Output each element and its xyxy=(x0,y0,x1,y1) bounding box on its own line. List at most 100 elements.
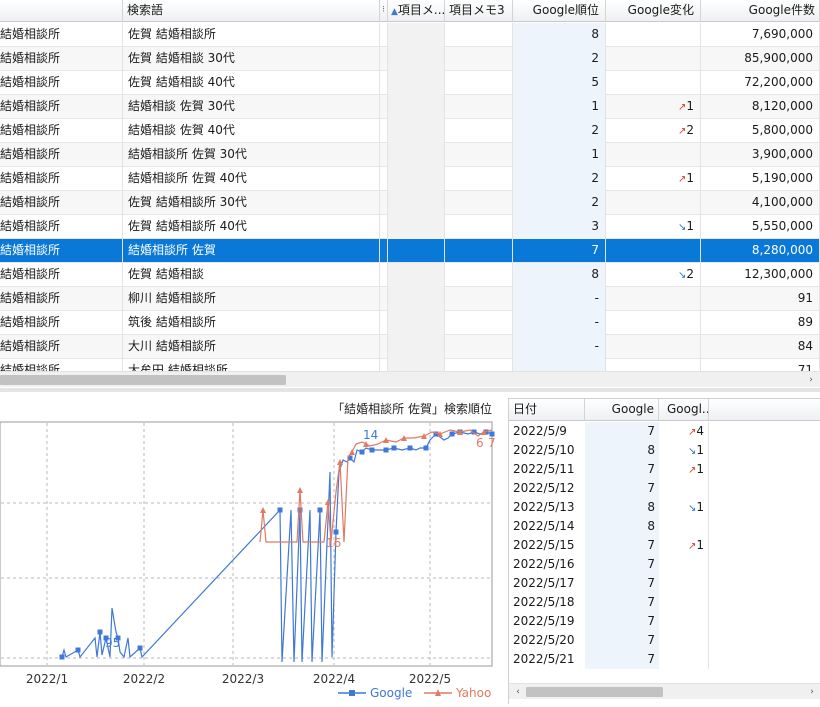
cell-memo2[interactable] xyxy=(388,335,445,359)
cell-google[interactable]: 8 xyxy=(585,498,659,517)
cell-keyword[interactable]: 柳川 結婚相談所 xyxy=(123,287,380,311)
cell-date[interactable]: 2022/5/10 xyxy=(513,441,585,460)
cell-google[interactable]: 7 xyxy=(585,536,659,555)
cell-group[interactable]: 結婚相談所 xyxy=(0,335,123,359)
cell-memo2[interactable] xyxy=(388,215,445,239)
table-row[interactable]: 結婚相談所 佐賀 結婚相談所 40代 3 ↘1 5,550,000 xyxy=(0,215,820,239)
cell-google-change[interactable] xyxy=(606,23,701,47)
cell-date[interactable]: 2022/5/13 xyxy=(513,498,585,517)
scroll-right-arrow-icon[interactable]: › xyxy=(805,684,819,700)
scrollbar-thumb[interactable] xyxy=(0,375,286,385)
cell-memo3[interactable] xyxy=(445,167,513,191)
cell-google-change[interactable] xyxy=(659,574,709,593)
cell-google-count[interactable]: 3,900,000 xyxy=(701,143,820,167)
table-row[interactable]: 結婚相談所 佐賀 結婚相談 30代 2 85,900,000 xyxy=(0,47,820,71)
column-header-memo2[interactable]: ▲項目メ... xyxy=(388,0,445,22)
cell-group[interactable]: 結婚相談所 xyxy=(0,263,123,287)
cell-gap[interactable] xyxy=(380,119,388,143)
cell-group[interactable]: 結婚相談所 xyxy=(0,23,123,47)
cell-google-count[interactable]: 4,100,000 xyxy=(701,191,820,215)
table-row[interactable]: 2022/5/12 7 xyxy=(509,479,820,498)
table-row[interactable]: 結婚相談所 結婚相談 佐賀 40代 2 ↗2 5,800,000 xyxy=(0,119,820,143)
column-header-google-change[interactable]: Google変化 xyxy=(606,0,701,22)
cell-google-count[interactable]: 5,550,000 xyxy=(701,215,820,239)
cell-memo3[interactable] xyxy=(445,23,513,47)
cell-google-count[interactable]: 72,200,000 xyxy=(701,71,820,95)
cell-gap[interactable] xyxy=(380,263,388,287)
cell-google-change[interactable]: ↘1 xyxy=(659,498,709,517)
cell-date[interactable]: 2022/5/18 xyxy=(513,593,585,612)
table-row[interactable]: 結婚相談所 結婚相談 佐賀 30代 1 ↗1 8,120,000 xyxy=(0,95,820,119)
cell-google-change[interactable] xyxy=(659,612,709,631)
cell-memo2[interactable] xyxy=(388,191,445,215)
cell-date[interactable]: 2022/5/21 xyxy=(513,650,585,669)
cell-google-change[interactable] xyxy=(659,593,709,612)
cell-google[interactable]: 8 xyxy=(585,517,659,536)
cell-keyword[interactable]: 佐賀 結婚相談所 40代 xyxy=(123,215,380,239)
cell-keyword[interactable]: 結婚相談所 佐賀 40代 xyxy=(123,167,380,191)
cell-date[interactable]: 2022/5/12 xyxy=(513,479,585,498)
table-row[interactable]: 結婚相談所 佐賀 結婚相談 8 ↘2 12,300,000 xyxy=(0,263,820,287)
column-header-group[interactable] xyxy=(0,0,123,22)
cell-memo2[interactable] xyxy=(388,143,445,167)
cell-memo3[interactable] xyxy=(445,119,513,143)
cell-google-change[interactable] xyxy=(606,47,701,71)
cell-google-rank[interactable]: 8 xyxy=(513,23,606,47)
cell-group[interactable]: 結婚相談所 xyxy=(0,95,123,119)
cell-google-change[interactable]: ↗2 xyxy=(606,119,701,143)
cell-google-count[interactable]: 84 xyxy=(701,335,820,359)
cell-google-count[interactable]: 7,690,000 xyxy=(701,23,820,47)
cell-group[interactable]: 結婚相談所 xyxy=(0,311,123,335)
cell-gap[interactable] xyxy=(380,95,388,119)
cell-google-change[interactable] xyxy=(606,335,701,359)
cell-memo3[interactable] xyxy=(445,287,513,311)
cell-memo2[interactable] xyxy=(388,311,445,335)
cell-keyword[interactable]: 結婚相談所 佐賀 xyxy=(123,239,380,263)
cell-google[interactable]: 7 xyxy=(585,631,659,650)
cell-google-rank[interactable]: - xyxy=(513,287,606,311)
table-row[interactable]: 結婚相談所 筑後 結婚相談所 - 89 xyxy=(0,311,820,335)
cell-date[interactable]: 2022/5/14 xyxy=(513,517,585,536)
cell-google-change[interactable]: ↘1 xyxy=(659,441,709,460)
cell-group[interactable]: 結婚相談所 xyxy=(0,119,123,143)
cell-group[interactable]: 結婚相談所 xyxy=(0,47,123,71)
cell-google-change[interactable]: ↗1 xyxy=(606,95,701,119)
cell-memo2[interactable] xyxy=(388,287,445,311)
cell-memo3[interactable] xyxy=(445,71,513,95)
cell-keyword[interactable]: 佐賀 結婚相談 xyxy=(123,263,380,287)
table-row[interactable]: 結婚相談所 佐賀 結婚相談所 8 7,690,000 xyxy=(0,23,820,47)
grid-horizontal-scrollbar[interactable]: › xyxy=(0,371,820,387)
cell-memo2[interactable] xyxy=(388,47,445,71)
cell-keyword[interactable]: 筑後 結婚相談所 xyxy=(123,311,380,335)
cell-gap[interactable] xyxy=(380,215,388,239)
table-row[interactable]: 2022/5/15 7 ↗1 xyxy=(509,536,820,555)
column-header-google-rank[interactable]: Google順位 xyxy=(513,0,606,22)
cell-google-change[interactable] xyxy=(659,479,709,498)
cell-date[interactable]: 2022/5/17 xyxy=(513,574,585,593)
table-row[interactable]: 2022/5/9 7 ↗4 xyxy=(509,422,820,441)
cell-google-rank[interactable]: - xyxy=(513,311,606,335)
cell-memo2[interactable] xyxy=(388,119,445,143)
cell-keyword[interactable]: 結婚相談 佐賀 30代 xyxy=(123,95,380,119)
table-row[interactable]: 2022/5/19 7 xyxy=(509,612,820,631)
cell-group[interactable]: 結婚相談所 xyxy=(0,239,123,263)
cell-google-count[interactable]: 85,900,000 xyxy=(701,47,820,71)
table-row[interactable]: 2022/5/18 7 xyxy=(509,593,820,612)
cell-memo3[interactable] xyxy=(445,239,513,263)
cell-google-change[interactable]: ↗1 xyxy=(606,167,701,191)
cell-memo2[interactable] xyxy=(388,71,445,95)
cell-google-rank[interactable]: 2 xyxy=(513,191,606,215)
column-header-google-count[interactable]: Google件数 xyxy=(701,0,820,22)
cell-google-change[interactable]: ↗4 xyxy=(659,422,709,441)
cell-date[interactable]: 2022/5/11 xyxy=(513,460,585,479)
cell-google-count[interactable]: 89 xyxy=(701,311,820,335)
cell-gap[interactable] xyxy=(380,335,388,359)
cell-google-count[interactable]: 91 xyxy=(701,287,820,311)
cell-gap[interactable] xyxy=(380,191,388,215)
cell-date[interactable]: 2022/5/20 xyxy=(513,631,585,650)
cell-memo3[interactable] xyxy=(445,215,513,239)
cell-gap[interactable] xyxy=(380,311,388,335)
table-row[interactable]: 2022/5/16 7 xyxy=(509,555,820,574)
cell-keyword[interactable]: 佐賀 結婚相談所 xyxy=(123,23,380,47)
cell-google-change[interactable] xyxy=(659,517,709,536)
